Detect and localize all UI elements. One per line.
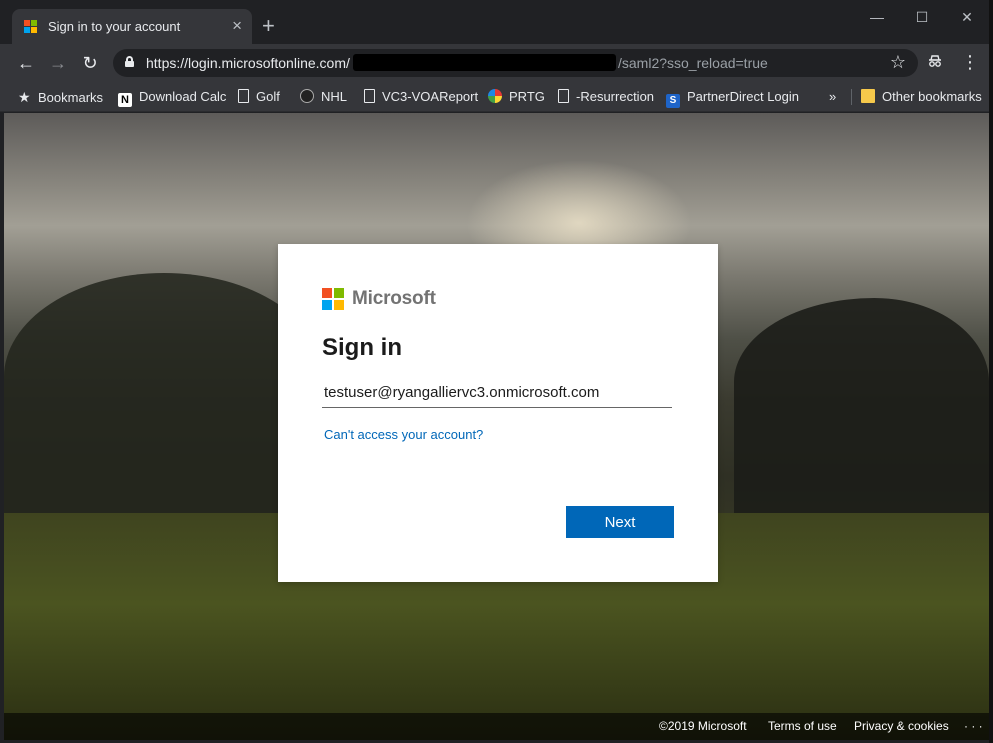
bookmark-bookmarks[interactable]: ★ Bookmarks bbox=[18, 88, 103, 106]
bookmark-golf[interactable]: Golf bbox=[238, 88, 280, 106]
window-edge bbox=[989, 0, 993, 743]
url-redaction bbox=[353, 54, 616, 71]
url-path: /saml2?sso_reload=true bbox=[618, 55, 768, 71]
new-tab-button[interactable]: + bbox=[262, 15, 275, 37]
tab-title: Sign in to your account bbox=[48, 19, 181, 34]
email-field[interactable] bbox=[322, 378, 672, 408]
page-title: Sign in bbox=[322, 334, 402, 361]
tab-signin[interactable]: Sign in to your account × bbox=[12, 9, 252, 44]
notion-icon: N bbox=[118, 93, 132, 107]
next-button[interactable]: Next bbox=[566, 506, 674, 538]
bookmarks-overflow-button[interactable]: » bbox=[829, 88, 836, 106]
page-icon bbox=[238, 89, 249, 103]
maximize-button[interactable]: ☐ bbox=[907, 6, 937, 28]
background-hill-right bbox=[734, 298, 989, 538]
nhl-icon bbox=[300, 89, 314, 103]
bookmark-star-icon[interactable]: ☆ bbox=[890, 52, 906, 73]
lock-icon[interactable] bbox=[125, 56, 134, 67]
folder-icon bbox=[861, 89, 875, 103]
page-icon bbox=[364, 89, 375, 103]
privacy-link[interactable]: Privacy & cookies bbox=[854, 719, 949, 733]
bookmark-vc3-voareport[interactable]: VC3-VOAReport bbox=[364, 88, 478, 106]
cant-access-link[interactable]: Can't access your account? bbox=[324, 427, 483, 442]
reload-button[interactable]: ↻ bbox=[77, 50, 103, 76]
browser-window: Sign in to your account × + — ☐ ✕ ← → ↻ … bbox=[0, 0, 993, 743]
bookmark-prtg[interactable]: PRTG bbox=[488, 88, 545, 106]
prtg-icon bbox=[488, 89, 502, 103]
star-icon: ★ bbox=[18, 89, 31, 105]
background-hill-left bbox=[4, 273, 324, 533]
incognito-extension-icon[interactable] bbox=[927, 53, 943, 73]
close-window-button[interactable]: ✕ bbox=[952, 6, 982, 28]
bookmark-partnerdirect-login[interactable]: S PartnerDirect Login bbox=[666, 88, 799, 108]
back-button[interactable]: ← bbox=[13, 50, 39, 76]
bookmarks-bar: ★ Bookmarks N Download Calc Golf NHL VC3-V… bbox=[0, 82, 993, 112]
url-host: https://login.microsoftonline.com/ bbox=[146, 55, 350, 71]
other-bookmarks[interactable]: Other bookmarks bbox=[861, 88, 982, 106]
browser-toolbar: ← → ↻ https://login.microsoftonline.com/… bbox=[0, 44, 993, 82]
page-background: Microsoft Sign in Can't access your acco… bbox=[4, 113, 989, 740]
page-icon bbox=[558, 89, 569, 103]
terms-link[interactable]: Terms of use bbox=[768, 719, 837, 733]
tab-strip: Sign in to your account × + — ☐ ✕ bbox=[0, 0, 993, 44]
microsoft-favicon-icon bbox=[24, 20, 38, 34]
copyright-text: ©2019 Microsoft bbox=[659, 719, 747, 733]
bookmark-nhl[interactable]: NHL bbox=[300, 88, 347, 106]
bookmark-download-calc[interactable]: N Download Calc bbox=[118, 88, 226, 107]
more-options-button[interactable]: · · · bbox=[964, 719, 983, 733]
bookmarks-divider bbox=[851, 89, 852, 105]
minimize-button[interactable]: — bbox=[862, 6, 892, 28]
bookmark-resurrection[interactable]: -Resurrection bbox=[558, 88, 654, 106]
browser-menu-icon[interactable]: ⋮ bbox=[960, 52, 980, 72]
signin-card: Microsoft Sign in Can't access your acco… bbox=[278, 244, 718, 582]
forward-button[interactable]: → bbox=[45, 50, 71, 76]
microsoft-wordmark: Microsoft bbox=[352, 288, 436, 309]
address-bar[interactable]: https://login.microsoftonline.com/ /saml… bbox=[113, 49, 918, 77]
tab-close-icon[interactable]: × bbox=[232, 16, 242, 36]
microsoft-logo-icon bbox=[322, 288, 344, 310]
s-icon: S bbox=[666, 94, 680, 108]
page-footer: ©2019 Microsoft Terms of use Privacy & c… bbox=[4, 713, 989, 740]
